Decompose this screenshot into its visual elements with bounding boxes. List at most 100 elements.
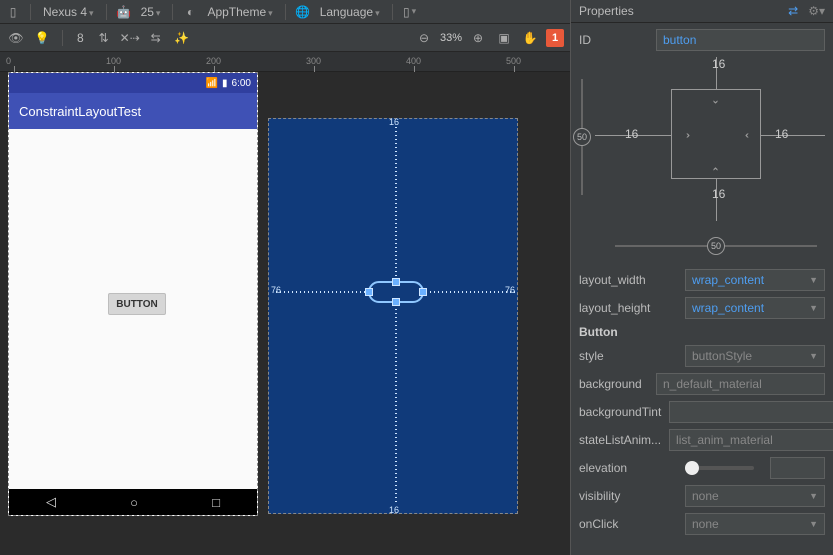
nav-back-icon: ◁ [46,494,56,510]
app-bar: ConstraintLayoutTest [9,93,257,129]
rendered-button[interactable]: BUTTON [108,293,166,315]
blueprint-view[interactable]: 16 16 76 76 [268,118,518,514]
constraint-widget[interactable]: 50 ››› ‹‹‹ ››› ‹‹‹ 16 16 16 16 50 [579,57,825,257]
backgroundtint-label: backgroundTint [579,405,661,419]
device-preview[interactable]: 📶 ▮ 6:00 ConstraintLayoutTest BUTTON ◁ ○… [8,72,258,516]
properties-panel: Properties ⇄ ⚙▾ ID 50 ››› [570,0,833,555]
gear-icon[interactable]: ⚙▾ [808,4,825,18]
divider [106,4,107,20]
horizontal-ruler: 0 100 200 300 400 500 [0,52,570,72]
app-title: ConstraintLayoutTest [19,104,141,119]
onclick-select[interactable]: none▼ [685,513,825,535]
backgroundtint-input[interactable] [669,401,833,423]
fit-icon[interactable]: ▣ [494,28,514,48]
resize-handle-right[interactable] [419,288,427,296]
zoom-percent[interactable]: 33% [440,32,462,44]
divider [62,30,63,46]
divider [172,4,173,20]
constraint-line-right [427,291,515,293]
swap-icon[interactable]: ⇄ [788,4,798,18]
nav-bar: ◁ ○ □ [9,489,257,515]
autoconnect-icon[interactable]: ⇅ [94,28,114,48]
section-button: Button [579,325,825,339]
layout-width-label: layout_width [579,273,677,287]
battery-icon: ▮ [222,78,228,89]
chevron-left-icon: ‹‹‹ [745,130,746,141]
warning-badge[interactable]: 1 [546,29,564,47]
constraint-line-bottom [395,305,397,505]
nav-home-icon: ○ [130,495,138,510]
resize-handle-top[interactable] [392,278,400,286]
globe-icon: 🌐 [294,3,312,21]
default-margin[interactable]: 8 [73,31,88,45]
zoom-out-icon[interactable]: ⊖ [414,28,434,48]
android-icon: 🤖 [115,3,133,21]
chevron-right-icon: ››› [686,130,687,141]
statelistanim-label: stateListAnim... [579,433,661,447]
design-canvas[interactable]: 📶 ▮ 6:00 ConstraintLayoutTest BUTTON ◁ ○… [0,72,570,555]
pan-icon[interactable]: ✋ [520,28,540,48]
clock-text: 6:00 [232,78,251,89]
resize-handle-bottom[interactable] [392,298,400,306]
nav-recent-icon: □ [212,495,220,510]
device-content[interactable]: BUTTON [9,129,257,489]
wifi-icon: 📶 [206,78,218,89]
divider [30,4,31,20]
elevation-input[interactable] [770,457,825,479]
clear-icon[interactable]: ✕⇢ [120,28,140,48]
api-select[interactable]: 25 [137,5,165,19]
divider [285,4,286,20]
magic-icon[interactable]: ✨ [172,28,192,48]
constraint-line-left [273,291,369,293]
horizontal-bias-knob[interactable]: 50 [707,237,725,255]
visibility-label: visibility [579,489,677,503]
divider [392,4,393,20]
style-label: style [579,349,677,363]
vertical-bias-slider[interactable]: 50 [581,79,583,195]
constraint-line-top [395,124,397,283]
horizontal-bias-slider[interactable]: 50 ↖ [615,245,817,247]
status-bar: 📶 ▮ 6:00 [9,73,257,93]
blueprint-button[interactable] [368,281,424,303]
margin-bottom-value[interactable]: 16 [712,187,725,201]
bp-margin-right: 76 [505,285,515,295]
background-label: background [579,377,648,391]
theme-select[interactable]: AppTheme [203,5,276,19]
elevation-slider[interactable] [685,466,754,470]
infer-icon[interactable]: ⇆ [146,28,166,48]
zoom-in-icon[interactable]: ⊕ [468,28,488,48]
id-input[interactable] [656,29,825,51]
margin-right-value[interactable]: 16 [775,127,788,141]
constraint-box[interactable]: ››› ‹‹‹ ››› ‹‹‹ [671,89,761,179]
elevation-label: elevation [579,461,677,475]
device-toolbar: ▯ Nexus 4 🤖 25 ◐ AppTheme 🌐 Language ▯ [0,0,570,24]
phone-icon[interactable]: ▯ [4,3,22,21]
theme-icon: ◐ [181,3,199,21]
style-select[interactable]: buttonStyle▼ [685,345,825,367]
bp-margin-bottom: 16 [389,505,399,515]
device-select[interactable]: Nexus 4 [39,5,98,19]
layout-height-label: layout_height [579,301,677,315]
visibility-select[interactable]: none▼ [685,485,825,507]
language-select[interactable]: Language [316,5,384,19]
bp-margin-top: 16 [389,117,399,127]
background-input[interactable] [656,373,825,395]
vertical-bias-knob[interactable]: 50 [573,128,591,146]
statelistanim-input[interactable] [669,429,833,451]
layout-width-select[interactable]: wrap_content▼ [685,269,825,291]
chevron-up-icon: ‹‹‹ [710,167,721,168]
design-toolbar: 👁 💡 8 ⇅ ✕⇢ ⇆ ✨ ⊖ 33% ⊕ ▣ ✋ 1 [0,24,570,52]
resize-handle-left[interactable] [365,288,373,296]
id-label: ID [579,33,648,47]
elevation-thumb[interactable] [685,461,699,475]
bp-margin-left: 76 [271,285,281,295]
chevron-down-icon: ››› [710,100,721,101]
eye-icon[interactable]: 👁 [6,28,26,48]
variant-select[interactable]: ▯ [401,3,419,21]
onclick-label: onClick [579,517,677,531]
margin-left-value[interactable]: 16 [625,127,638,141]
properties-title: Properties [579,4,634,18]
lightbulb-icon[interactable]: 💡 [32,28,52,48]
margin-top-value[interactable]: 16 [712,57,725,71]
layout-height-select[interactable]: wrap_content▼ [685,297,825,319]
